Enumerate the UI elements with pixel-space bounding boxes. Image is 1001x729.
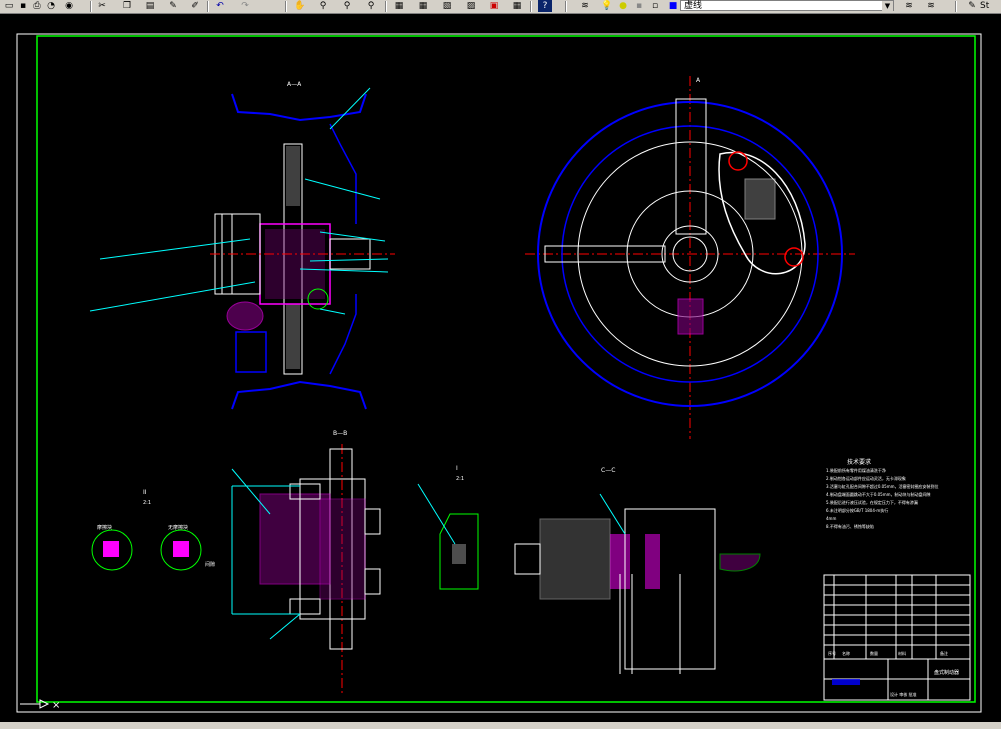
section-label-a: A—A: [287, 81, 302, 88]
ucs-x-label: ×: [52, 700, 60, 711]
redo-icon[interactable]: ↷: [238, 0, 252, 12]
tb-label-material: 材料: [898, 650, 906, 656]
section-label-c: C—C: [601, 467, 615, 474]
sheet-set-icon[interactable]: ▨: [464, 0, 478, 12]
tech-req-line-4: 4.制动盘端面圆跳动不大于0.05mm，制动块与制动盘间隙: [826, 491, 931, 497]
layer-color-icon[interactable]: ■: [666, 0, 680, 12]
layer-plot-icon[interactable]: ▫: [648, 0, 662, 12]
tech-req-title: 技术要求: [847, 458, 871, 466]
layer-manager-icon[interactable]: ≋: [578, 0, 592, 12]
save-icon[interactable]: ▪: [16, 0, 30, 12]
cut-icon[interactable]: ✂: [95, 0, 109, 12]
zoom-realtime-icon[interactable]: ⚲: [316, 0, 330, 12]
tech-req-line-1: 1.装配前所有零件用煤油清洗干净: [826, 467, 886, 473]
style-label: St: [980, 1, 990, 11]
tech-requirements: 技术要求 1.装配前所有零件用煤油清洗干净 2.制动钳各运动部件应运动灵活，无卡…: [826, 458, 939, 529]
tech-req-line-2: 2.制动钳各运动部件应运动灵活，无卡滞现象: [826, 475, 906, 481]
plot-style-icon[interactable]: ✎: [965, 0, 979, 12]
sun-icon[interactable]: ●: [616, 0, 630, 12]
markup-icon[interactable]: ▣: [487, 0, 501, 12]
calculator-icon[interactable]: ▦: [510, 0, 524, 12]
copy-icon[interactable]: ❐: [120, 0, 134, 12]
tb-label-name: 名称: [842, 650, 850, 656]
open-icon[interactable]: ▭: [2, 0, 16, 12]
undo-icon[interactable]: ↶: [213, 0, 227, 12]
detail-scale-i: 2:1: [456, 476, 464, 482]
drawing-canvas[interactable]: A—A A B—B II 2:1 摩擦块 无摩擦块 间隙 I 2:1 C—C 技…: [0, 14, 1001, 722]
front-view: A: [525, 76, 855, 439]
paste-icon[interactable]: ▤: [143, 0, 157, 12]
section-label-b: B—B: [333, 430, 347, 437]
publish-icon[interactable]: ◉: [62, 0, 76, 12]
chevron-down-icon[interactable]: ▼: [882, 1, 893, 11]
tech-req-line-3: 3.活塞与缸孔配合间隙不超过0.05mm，活塞密封圈应安装到位: [826, 483, 939, 489]
detail-label-ii: II: [143, 489, 147, 496]
tb-label-remark: 备注: [940, 650, 948, 656]
layer-state-icon[interactable]: ≋: [924, 0, 938, 12]
tech-req-line-7: 4mm: [826, 516, 836, 521]
zoom-window-icon[interactable]: ⚲: [340, 0, 354, 12]
section-view-c: C—C: [514, 467, 761, 674]
block-editor-icon[interactable]: ✐: [188, 0, 202, 12]
detail-text-friction: 摩擦块: [97, 524, 112, 531]
properties-icon[interactable]: ▦: [392, 0, 406, 12]
lightbulb-icon[interactable]: 💡: [600, 0, 614, 12]
help-icon[interactable]: ?: [538, 0, 552, 12]
detail-text-gap: 间隙: [205, 561, 215, 568]
outer-border: [16, 33, 982, 713]
tech-req-line-5: 5.装配后进行液压试验，在规定压力下，不得有渗漏: [826, 499, 918, 505]
section-label-top-right: A: [696, 77, 701, 84]
standard-toolbar: ▭ ▪ ⎙ ◔ ◉ ✂ ❐ ▤ ✎ ✐ ↶ ↷ ✋ ⚲ ⚲ ⚲ ▦ ▦ ▧ ▨ …: [0, 0, 1001, 14]
lock-icon[interactable]: ▪: [632, 0, 646, 12]
status-bar: [0, 722, 1001, 729]
tb-drawing-name: 盘式制动器: [934, 669, 959, 676]
tool-palette-icon[interactable]: ▧: [440, 0, 454, 12]
detail-scale-ii: 2:1: [143, 500, 151, 506]
drawing-svg: A—A A B—B II 2:1 摩擦块 无摩擦块 间隙 I 2:1 C—C 技…: [16, 33, 982, 713]
tb-footer: 设计 审核 批准: [890, 691, 917, 697]
section-view-b: B—B: [231, 430, 381, 694]
layer-previous-icon[interactable]: ≋: [902, 0, 916, 12]
tb-label-no: 序号: [828, 650, 836, 656]
match-properties-icon[interactable]: ✎: [166, 0, 180, 12]
plot-preview-icon[interactable]: ◔: [44, 0, 58, 12]
tech-req-line-8: 8.不得有油污、锈蚀等缺陷: [826, 523, 874, 529]
layer-dropdown[interactable]: 虚线 ▼: [680, 0, 894, 11]
tb-label-qty: 数量: [870, 650, 878, 656]
tech-req-line-6: 6.未注明部分按GB/T 1804-m执行: [826, 507, 888, 513]
pan-icon[interactable]: ✋: [293, 0, 307, 12]
design-center-icon[interactable]: ▦: [416, 0, 430, 12]
detail-text-no-friction: 无摩擦块: [168, 524, 188, 531]
zoom-previous-icon[interactable]: ⚲: [364, 0, 378, 12]
title-block: 序号 名称 数量 材料 备注 盘式制动器 设计 审核 批准: [823, 574, 971, 701]
ucs-icon: ×: [20, 699, 60, 711]
section-view-a: A—A: [89, 81, 395, 410]
detail-label-i: I: [456, 465, 458, 472]
print-icon[interactable]: ⎙: [30, 0, 44, 12]
